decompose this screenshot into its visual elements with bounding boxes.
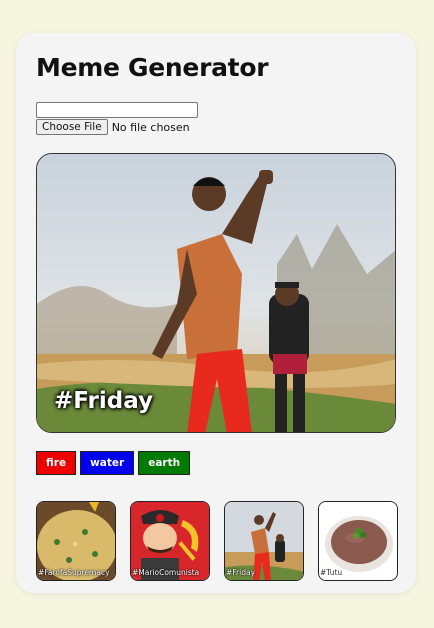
meme-preview: #Friday xyxy=(36,153,396,433)
meme-gallery: #FarofaSupremacy #MarioComunista #Friday xyxy=(36,501,398,581)
theme-earth-button[interactable]: earth xyxy=(138,451,191,475)
caption-text-input[interactable] xyxy=(36,102,198,118)
gallery-item-farofa[interactable]: #FarofaSupremacy xyxy=(36,501,116,581)
gallery-item-friday[interactable]: #Friday xyxy=(224,501,304,581)
gallery-item-mario[interactable]: #MarioComunista xyxy=(130,501,210,581)
theme-fire-button[interactable]: fire xyxy=(36,451,77,475)
theme-water-button[interactable]: water xyxy=(80,451,135,475)
gallery-item-label: #FarofaSupremacy xyxy=(38,568,110,577)
gallery-item-tutu[interactable]: #Tutu xyxy=(318,501,398,581)
file-upload[interactable]: Choose File No file chosen xyxy=(36,118,190,136)
choose-file-button[interactable]: Choose File xyxy=(36,119,108,135)
gallery-item-label: #MarioComunista xyxy=(132,568,200,577)
theme-buttons: fire water earth xyxy=(36,451,191,475)
file-status: No file chosen xyxy=(111,120,190,134)
gallery-item-label: #Tutu xyxy=(320,568,343,577)
gallery-item-label: #Friday xyxy=(226,568,256,577)
meme-caption: #Friday xyxy=(54,388,154,414)
page-title: Meme Generator xyxy=(36,53,269,82)
